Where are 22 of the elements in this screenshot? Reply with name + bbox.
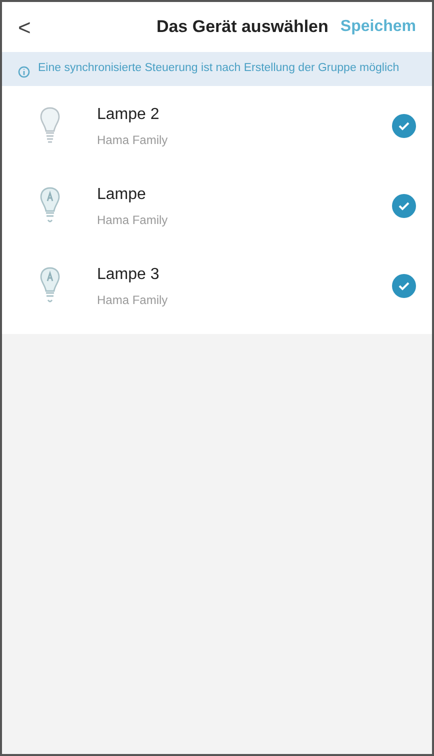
checkbox[interactable] xyxy=(392,114,416,138)
device-group: Hama Family xyxy=(97,291,168,309)
device-name: Lampe 3 xyxy=(97,265,160,285)
device-group: Hama Family xyxy=(97,131,168,149)
check-icon xyxy=(398,201,410,211)
device-row[interactable]: Lampe 2 Hama Family xyxy=(2,86,432,166)
light-bulb-icon xyxy=(40,187,60,225)
device-name: Lampe xyxy=(97,185,147,205)
device-name: Lampe 2 xyxy=(97,105,160,125)
device-row[interactable]: Lampe 3 Hama Family xyxy=(2,246,432,326)
info-icon xyxy=(18,66,30,78)
checkbox[interactable] xyxy=(392,194,416,218)
check-icon xyxy=(398,281,410,291)
page-title: Das Gerät auswählen xyxy=(156,16,328,38)
check-icon xyxy=(398,121,410,131)
checkbox[interactable] xyxy=(392,274,416,298)
device-row[interactable]: Lampe Hama Family xyxy=(2,166,432,246)
light-bulb-icon xyxy=(40,267,60,305)
notice-text: Eine synchronisierte Steuerung ist nach Erstellung der Gruppe möglich xyxy=(38,61,400,76)
light-bulb-icon xyxy=(40,107,60,145)
device-group: Hama Family xyxy=(97,211,168,229)
back-button[interactable]: < xyxy=(18,10,48,44)
